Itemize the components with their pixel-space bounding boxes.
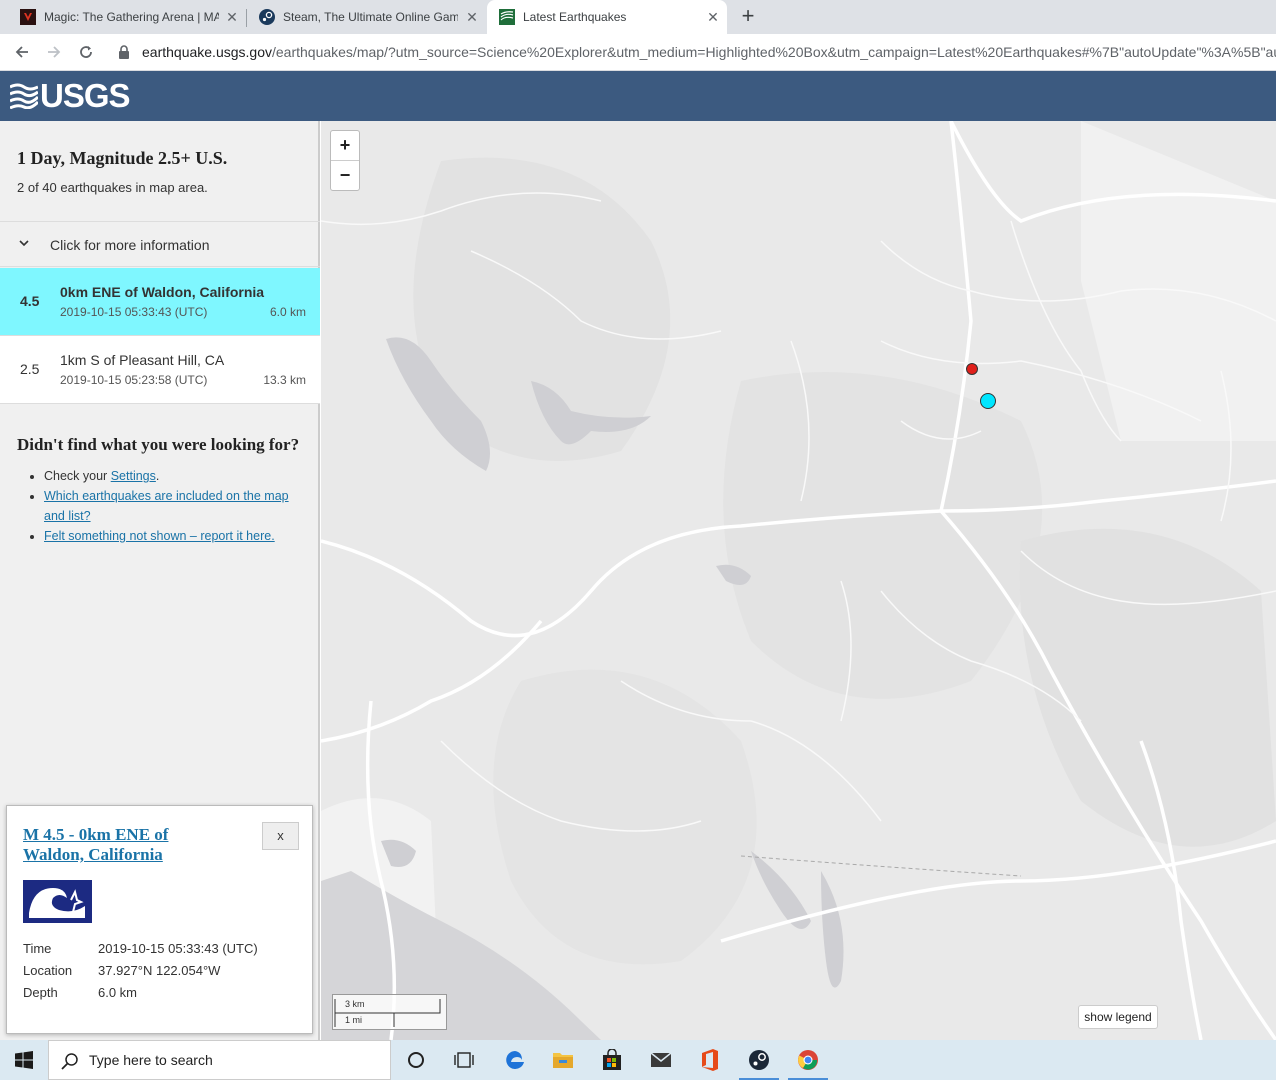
scale-mi-label: 1 mi — [345, 1015, 363, 1025]
list-title: 1 Day, Magnitude 2.5+ U.S. — [17, 148, 228, 168]
event-time: 2019-10-15 05:23:58 (UTC) — [60, 373, 208, 387]
help-item-settings: Check your Settings. — [44, 466, 307, 486]
help-item-included: Which earthquakes are included on the ma… — [44, 486, 307, 526]
close-tab-icon[interactable]: ✕ — [464, 9, 480, 25]
scale-km-label: 3 km — [345, 999, 365, 1009]
zoom-control: + − — [330, 130, 360, 191]
depth: 13.3 km — [263, 373, 306, 387]
back-button[interactable] — [10, 40, 34, 64]
edge-button[interactable] — [491, 1040, 539, 1080]
address-bar[interactable]: earthquake.usgs.gov/earthquakes/map/?utm… — [142, 44, 1276, 60]
earthquake-marker-m2-5[interactable] — [966, 363, 978, 375]
cortana-icon — [408, 1052, 424, 1068]
place: 0km ENE of Waldon, California — [60, 284, 265, 300]
tsunami-wave-icon — [29, 888, 85, 918]
event-time: 2019-10-15 05:33:43 (UTC) — [60, 305, 208, 319]
start-button[interactable] — [0, 1040, 48, 1080]
help-heading: Didn't find what you were looking for? — [17, 435, 300, 454]
task-view-button[interactable] — [440, 1040, 488, 1080]
popup-depth-row: Depth 6.0 km — [23, 985, 138, 1000]
usgs-icon — [499, 9, 515, 25]
office-button[interactable] — [686, 1040, 734, 1080]
tab-bar: Magic: The Gathering Arena | MA ✕ Steam,… — [0, 0, 1276, 34]
popup-location-value: 37.927°N 122.054°W — [98, 963, 221, 978]
tsunami-icon[interactable] — [23, 880, 92, 923]
earthquake-popup: M 4.5 - 0km ENE of Waldon, California x … — [6, 805, 313, 1034]
lock-icon[interactable] — [118, 45, 130, 59]
usgs-header: USGS — [0, 71, 1276, 121]
report-felt-link[interactable]: Felt something not shown – report it her… — [44, 529, 275, 543]
zoom-out-button[interactable]: − — [331, 161, 359, 191]
list-count: 2 of 40 earthquakes in map area. — [17, 180, 208, 195]
new-tab-button[interactable]: + — [736, 5, 760, 29]
steam-taskbar-button[interactable] — [735, 1040, 783, 1080]
forward-button[interactable] — [42, 40, 66, 64]
map-scale: 3 km 1 mi — [332, 994, 447, 1030]
mtg-icon — [20, 9, 36, 25]
file-explorer-button[interactable] — [539, 1040, 587, 1080]
popup-time-row: Time 2019-10-15 05:33:43 (UTC) — [23, 941, 258, 956]
windows-taskbar: Type here to search — [0, 1040, 1276, 1080]
forward-arrow-icon — [48, 46, 61, 58]
taskbar-search-box[interactable]: Type here to search — [48, 1040, 391, 1080]
show-legend-button[interactable]: show legend — [1078, 1005, 1158, 1029]
magnitude: 4.5 — [20, 293, 40, 309]
depth: 6.0 km — [269, 305, 306, 319]
more-information-toggle[interactable]: Click for more information — [0, 221, 320, 267]
popup-title-link[interactable]: M 4.5 - 0km ENE of Waldon, California — [23, 825, 223, 865]
tab-latest-earthquakes[interactable]: Latest Earthquakes ✕ — [487, 0, 727, 34]
usgs-wave-icon — [10, 83, 38, 109]
help-item-felt: Felt something not shown – report it her… — [44, 526, 307, 546]
task-view-icon — [454, 1052, 474, 1068]
windows-logo-icon — [15, 1051, 33, 1069]
popup-time-value: 2019-10-15 05:33:43 (UTC) — [98, 941, 258, 956]
mail-icon — [650, 1052, 672, 1067]
search-placeholder: Type here to search — [89, 1052, 213, 1068]
browser-toolbar: earthquake.usgs.gov/earthquakes/map/?utm… — [0, 34, 1276, 71]
reload-button[interactable] — [74, 40, 98, 64]
earthquake-list-item[interactable]: 4.5 0km ENE of Waldon, California 2019-1… — [0, 268, 320, 336]
magnitude: 2.5 — [20, 361, 40, 377]
place: 1km S of Pleasant Hill, CA — [60, 352, 225, 368]
settings-link[interactable]: Settings — [111, 469, 156, 483]
usgs-logo-text: USGS — [40, 77, 131, 114]
edge-icon — [506, 1051, 524, 1069]
search-icon — [61, 1053, 78, 1070]
store-icon — [603, 1049, 621, 1070]
included-earthquakes-link[interactable]: Which earthquakes are included on the ma… — [44, 489, 289, 523]
usgs-logo[interactable]: USGS — [10, 77, 131, 114]
earthquake-marker-m4-5-selected[interactable] — [980, 393, 996, 409]
help-section: Didn't find what you were looking for? C… — [17, 435, 307, 546]
reload-icon — [80, 46, 92, 58]
cortana-button[interactable] — [392, 1040, 440, 1080]
steam-icon — [749, 1050, 769, 1070]
earthquake-list-item[interactable]: 2.5 1km S of Pleasant Hill, CA 2019-10-1… — [0, 336, 320, 404]
map-view[interactable]: + − 3 km 1 mi show legend — [321, 121, 1276, 1040]
file-explorer-icon — [553, 1053, 573, 1068]
help-list: Check your Settings. Which earthquakes a… — [17, 466, 307, 546]
zoom-in-button[interactable]: + — [331, 131, 359, 161]
chevron-down-icon — [19, 240, 29, 247]
chrome-icon — [798, 1050, 818, 1070]
office-icon — [702, 1049, 718, 1071]
store-button[interactable] — [588, 1040, 636, 1080]
back-arrow-icon — [15, 46, 28, 58]
close-tab-icon[interactable]: ✕ — [224, 9, 240, 25]
steam-icon — [259, 9, 275, 25]
basemap — [321, 121, 1276, 1040]
tab-mtg-arena[interactable]: Magic: The Gathering Arena | MA ✕ — [0, 0, 246, 34]
more-information-label: Click for more information — [50, 237, 210, 253]
tab-steam[interactable]: Steam, The Ultimate Online Gam ✕ — [246, 0, 486, 34]
popup-location-row: Location 37.927°N 122.054°W — [23, 963, 221, 978]
chrome-taskbar-button[interactable] — [784, 1040, 832, 1080]
url-path: /earthquakes/map/?utm_source=Science%20E… — [271, 44, 1276, 60]
close-tab-icon[interactable]: ✕ — [705, 9, 721, 25]
mail-button[interactable] — [637, 1040, 685, 1080]
url-domain: earthquake.usgs.gov — [142, 44, 272, 60]
popup-depth-value: 6.0 km — [98, 985, 138, 1000]
popup-close-button[interactable]: x — [262, 822, 299, 850]
